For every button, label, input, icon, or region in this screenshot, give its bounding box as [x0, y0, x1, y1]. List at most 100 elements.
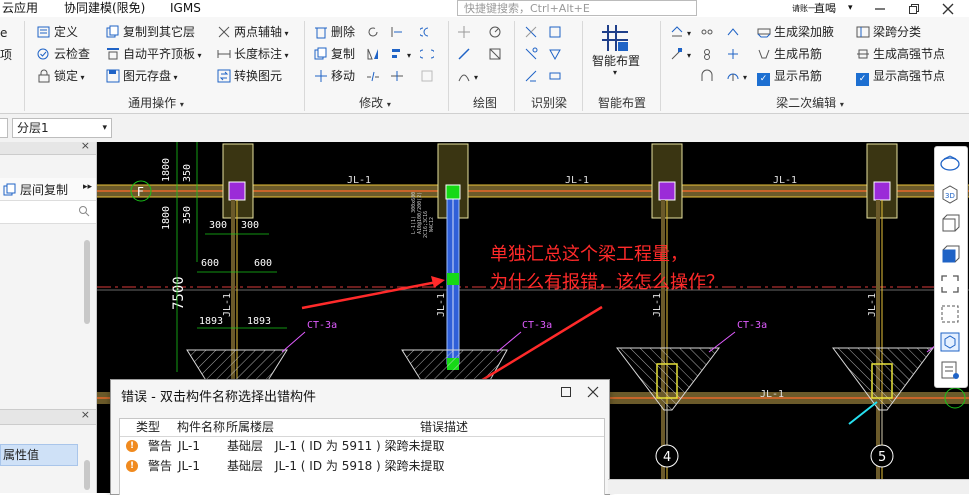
beam-tool-8-button[interactable]: ▾	[726, 66, 747, 86]
shortcut-search-input[interactable]: 快捷键搜索，Ctrl+Alt+E	[457, 0, 697, 16]
menu-igms[interactable]: IGMS	[170, 0, 201, 17]
left-scrollbar-1[interactable]	[84, 240, 90, 324]
smart-layout-button[interactable]: 智能布置 ▾	[592, 21, 640, 79]
length-mark-button[interactable]: 长度标注 ▾	[217, 44, 289, 64]
copy-between-floors-button[interactable]: 层间复制	[3, 181, 68, 198]
row-name[interactable]: JL-1	[178, 457, 200, 475]
search-icon[interactable]	[78, 205, 90, 217]
dialog-maximize-icon[interactable]	[557, 383, 575, 401]
beam-tool-6-button[interactable]	[726, 44, 743, 64]
rotate-button[interactable]	[366, 22, 383, 42]
recognize-beam-5-button[interactable]	[524, 66, 541, 86]
prev-combo-edge[interactable]	[0, 118, 8, 138]
foundation-2[interactable]	[401, 349, 508, 383]
show-high-node-checkbox[interactable]: ✓ 显示高强节点	[856, 66, 945, 86]
panel-2-close-icon[interactable]: ×	[81, 408, 90, 421]
col-header-type[interactable]: 类型	[136, 419, 160, 436]
auto-flush-button[interactable]: 自动平齐顶板 ▾	[106, 44, 202, 64]
beam-tool-5-button[interactable]	[700, 44, 717, 64]
table-row[interactable]: ! 警告 JL-1 基础层 JL-1 ( ID 为 5918 ) 梁跨未提取	[120, 457, 604, 475]
zoom-window-icon[interactable]	[939, 303, 961, 325]
merge-button[interactable]	[420, 44, 437, 64]
more-arrows-icon[interactable]: ▸▸	[83, 182, 92, 192]
recognize-beam-3-button[interactable]	[524, 44, 541, 64]
col-header-name[interactable]: 构件名称	[177, 419, 225, 436]
draw-rect-button[interactable]	[488, 44, 505, 64]
cloud-check-button[interactable]: 云检查	[37, 44, 90, 64]
column-4-stub[interactable]	[873, 181, 891, 201]
recognize-beam-4-button[interactable]	[548, 44, 565, 64]
menu-cloud-apps[interactable]: 云应用	[2, 0, 38, 17]
draw-circle-button[interactable]	[488, 22, 505, 42]
draw-arc-button[interactable]: ▾	[457, 66, 478, 86]
offset-button[interactable]	[420, 22, 437, 42]
column-3-stub[interactable]	[658, 181, 676, 201]
beam-tool-2-button[interactable]	[700, 22, 717, 42]
rotate-view-icon[interactable]	[939, 153, 961, 175]
delete-button[interactable]: 删除	[314, 22, 355, 42]
draw-point-button[interactable]	[457, 22, 474, 42]
auto-flush-dropdown-icon[interactable]: ▾	[195, 51, 202, 60]
col-header-floor[interactable]: 所属楼层	[226, 419, 274, 436]
floor-layer-select[interactable]: 分层1 ▾	[12, 118, 112, 138]
split-button[interactable]	[390, 66, 407, 86]
column-1-stub[interactable]	[228, 181, 246, 201]
move-button[interactable]: 移动	[314, 66, 355, 86]
user-name[interactable]: 直喝	[814, 0, 836, 17]
recognize-beam-2-button[interactable]	[548, 22, 565, 42]
display-settings-icon[interactable]	[939, 359, 961, 381]
extend-button[interactable]	[390, 22, 407, 42]
row-name[interactable]: JL-1	[178, 437, 200, 455]
copy-to-other-floor-button[interactable]: 复制到其它层	[106, 22, 195, 42]
beam-tool-1-dropdown-icon[interactable]: ▾	[687, 29, 691, 38]
beam-tool-4-button[interactable]: ▾	[670, 44, 691, 64]
beam-tool-3-button[interactable]	[726, 22, 743, 42]
beam-tool-1-button[interactable]: ▾	[670, 22, 691, 42]
two-point-axis-dropdown-icon[interactable]: ▾	[282, 29, 289, 38]
beam-tool-4-dropdown-icon[interactable]: ▾	[687, 51, 691, 60]
group-recognize-beam[interactable]: 识别梁	[524, 95, 574, 111]
panel-1-close-icon[interactable]: ×	[81, 139, 90, 152]
fit-view-icon[interactable]	[939, 273, 961, 295]
two-point-axis-button[interactable]: 两点辅轴 ▾	[217, 22, 289, 42]
close-window-icon[interactable]	[942, 0, 956, 17]
gen-beam-haunch-button[interactable]: 生成梁加腋	[757, 22, 834, 42]
save-element-button[interactable]: 图元存盘 ▾	[106, 66, 178, 86]
lock-button[interactable]: 锁定 ▾	[37, 66, 85, 86]
group-modify[interactable]: 修改 ▾	[340, 95, 410, 111]
lock-dropdown-icon[interactable]: ▾	[78, 73, 85, 82]
group-draw[interactable]: 绘图	[462, 95, 508, 111]
beam-tool-7-button[interactable]	[700, 66, 717, 86]
recognize-beam-1-button[interactable]	[524, 22, 541, 42]
align-dropdown-icon[interactable]: ▾	[407, 51, 411, 60]
save-element-dropdown-icon[interactable]: ▾	[171, 73, 178, 82]
recognize-beam-6-button[interactable]	[548, 66, 565, 86]
ribbon-cut-item-2[interactable]: 项	[0, 45, 12, 65]
ribbon-cut-item-1[interactable]: e	[0, 23, 7, 43]
gen-high-node-button[interactable]: 生成高强节点	[856, 44, 945, 64]
menu-collab-modeling[interactable]: 协同建模(限免)	[64, 0, 145, 17]
table-row[interactable]: ! 警告 JL-1 基础层 JL-1 ( ID 为 5911 ) 梁跨未提取	[120, 437, 604, 455]
draw-line-button[interactable]	[457, 44, 474, 64]
dynamic-view-icon[interactable]	[939, 331, 961, 353]
view-top-icon[interactable]	[939, 243, 961, 265]
view-3d-icon[interactable]: 3D	[939, 183, 961, 205]
minimize-icon[interactable]	[874, 0, 888, 17]
break-button[interactable]	[366, 66, 383, 86]
column-1-pier[interactable]	[222, 143, 254, 219]
draw-arc-dropdown-icon[interactable]: ▾	[474, 73, 478, 82]
define-button[interactable]: 定义	[37, 22, 78, 42]
selected-node-mid[interactable]	[447, 273, 459, 285]
selected-node-top[interactable]	[445, 184, 461, 200]
group-smart-layout[interactable]: 智能布置	[592, 95, 652, 111]
align-button[interactable]: ▾	[390, 44, 411, 64]
beam-tool-8-dropdown-icon[interactable]: ▾	[743, 73, 747, 82]
beam-span-class-button[interactable]: 梁跨分类	[856, 22, 921, 42]
group-general-ops[interactable]: 通用操作 ▾	[106, 95, 206, 111]
group-beam-secondary-edit[interactable]: 梁二次编辑 ▾	[760, 95, 860, 111]
show-hanger-checkbox[interactable]: ✓ 显示吊筋	[757, 66, 822, 86]
foundation-1[interactable]	[186, 349, 288, 383]
view-cube-icon[interactable]	[939, 213, 961, 235]
dialog-close-icon[interactable]	[584, 383, 602, 401]
col-header-desc[interactable]: 错误描述	[420, 419, 468, 436]
